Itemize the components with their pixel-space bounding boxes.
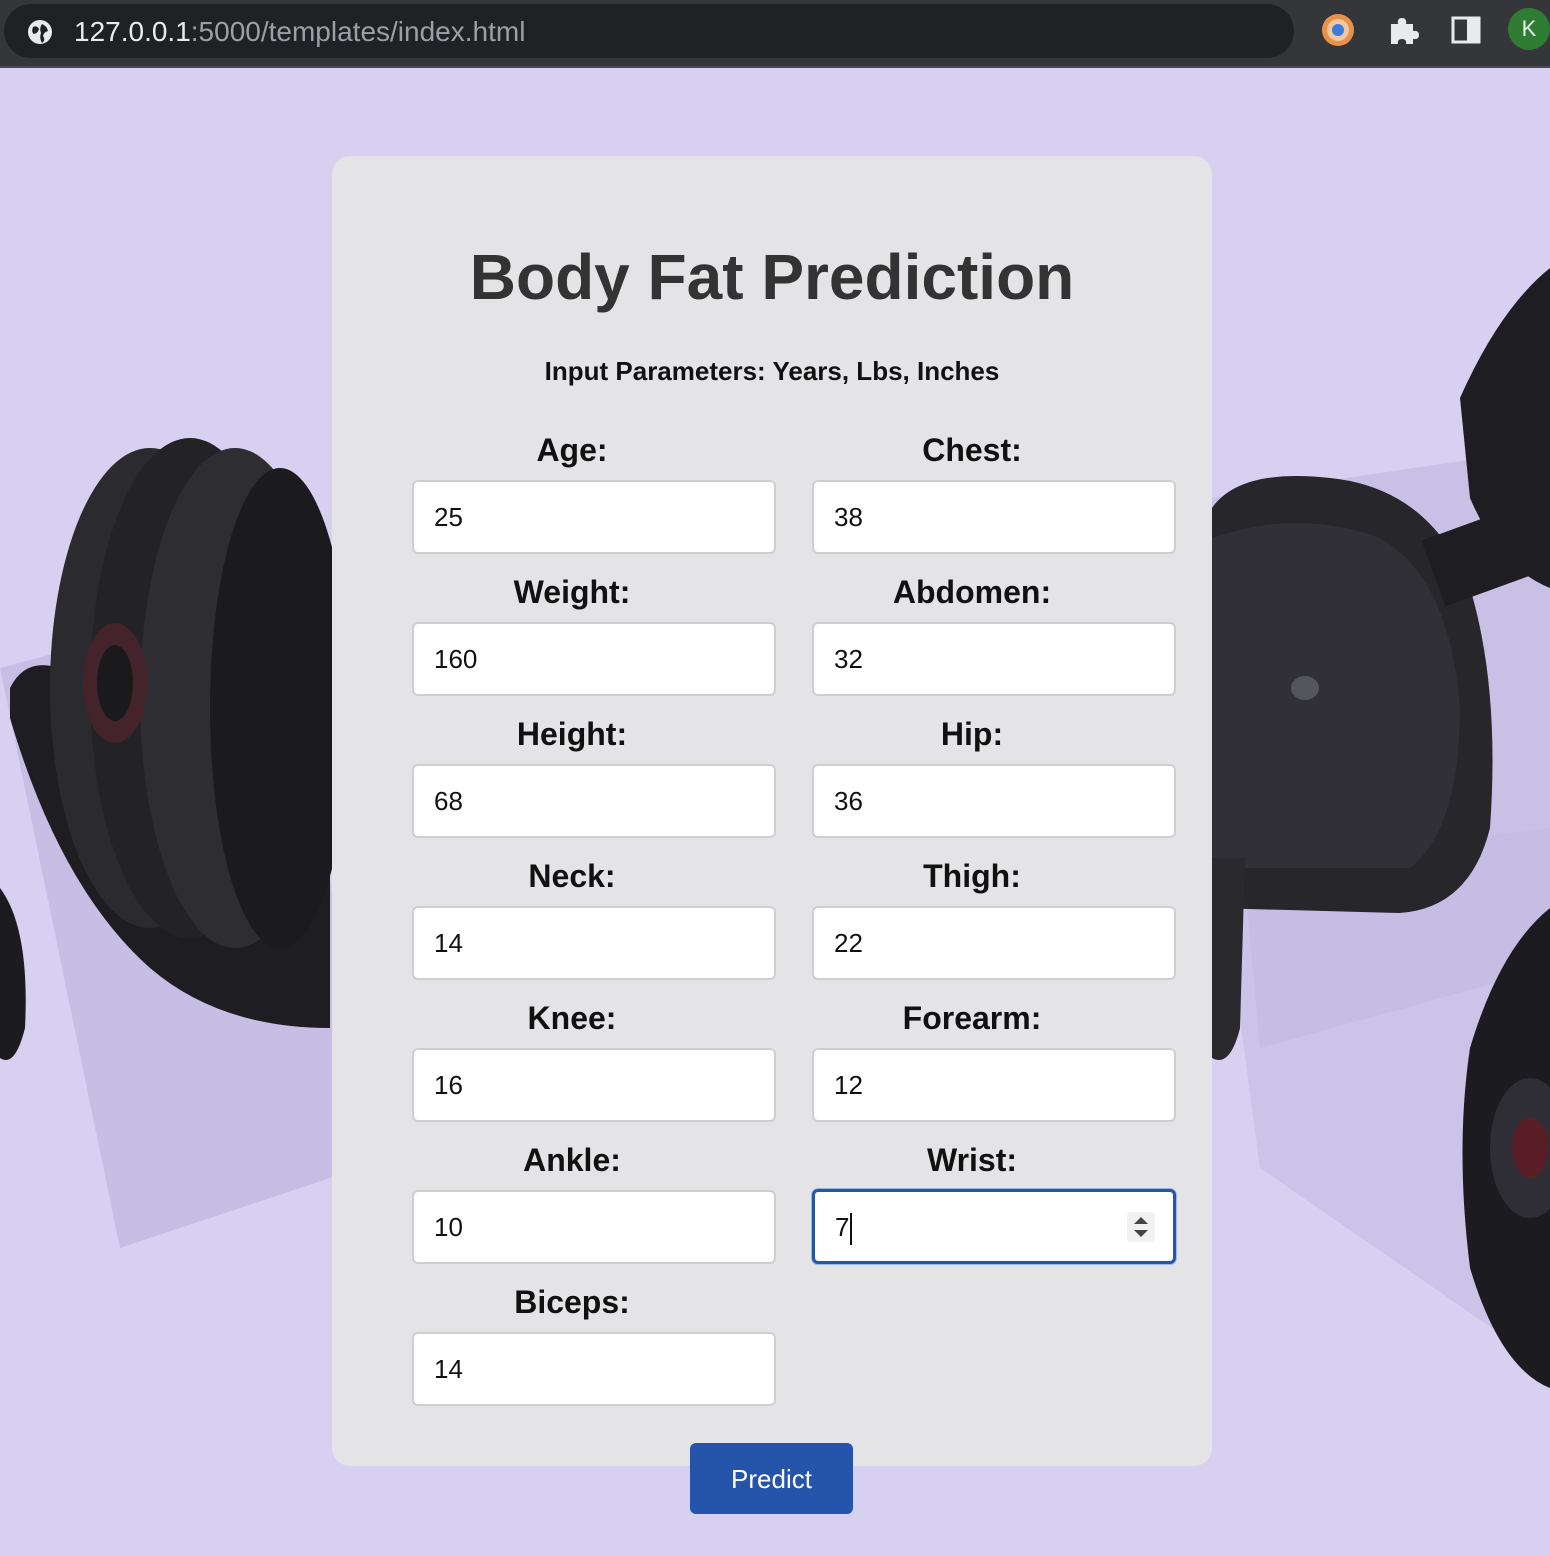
weight-input[interactable]: 160 (412, 622, 776, 696)
abdomen-input[interactable]: 32 (812, 622, 1176, 696)
page-subtitle: Input Parameters: Years, Lbs, Inches (544, 356, 1000, 386)
profile-avatar[interactable]: K (1508, 8, 1550, 50)
url-text[interactable]: 127.0.0.1:5000/templates/index.html (74, 16, 525, 48)
predict-button[interactable]: Predict (690, 1443, 853, 1514)
page-title: Body Fat Prediction (469, 241, 1075, 313)
extension-color-icon[interactable] (1320, 12, 1356, 48)
thigh-label: Thigh: (923, 858, 1021, 894)
hip-label: Hip: (940, 716, 1004, 752)
height-label: Height: (516, 716, 628, 752)
wrist-input-value: 7 (835, 1212, 850, 1242)
browser-toolbar: 127.0.0.1:5000/templates/index.html K (0, 0, 1550, 68)
age-label: Age: (536, 432, 608, 468)
chest-input[interactable]: 38 (812, 480, 1176, 554)
biceps-label: Biceps: (514, 1284, 630, 1320)
knee-input[interactable]: 16 (412, 1048, 776, 1122)
side-panel-icon[interactable] (1448, 12, 1484, 48)
neck-label: Neck: (528, 858, 616, 894)
number-spinner-icon[interactable] (1127, 1212, 1155, 1242)
wrist-label: Wrist: (926, 1142, 1018, 1178)
text-caret (850, 1213, 853, 1246)
ankle-input[interactable]: 10 (412, 1190, 776, 1264)
knee-label: Knee: (527, 1000, 617, 1036)
height-input[interactable]: 68 (412, 764, 776, 838)
hip-input[interactable]: 36 (812, 764, 1176, 838)
neck-input[interactable]: 14 (412, 906, 776, 980)
abdomen-label: Abdomen: (892, 574, 1052, 610)
forearm-label: Forearm: (902, 1000, 1042, 1036)
forearm-input[interactable]: 12 (812, 1048, 1176, 1122)
ankle-label: Ankle: (523, 1142, 621, 1178)
age-input[interactable]: 25 (412, 480, 776, 554)
thigh-input[interactable]: 22 (812, 906, 1176, 980)
globe-icon[interactable] (26, 18, 54, 46)
url-host: 127.0.0.1 (74, 16, 191, 47)
biceps-input[interactable]: 14 (412, 1332, 776, 1406)
wrist-input[interactable]: 7 (812, 1189, 1176, 1264)
puzzle-icon[interactable] (1385, 12, 1421, 48)
address-bar[interactable]: 127.0.0.1:5000/templates/index.html (4, 4, 1294, 58)
chest-label: Chest: (922, 432, 1022, 468)
url-path: :5000/templates/index.html (190, 16, 526, 47)
weight-label: Weight: (513, 574, 631, 610)
